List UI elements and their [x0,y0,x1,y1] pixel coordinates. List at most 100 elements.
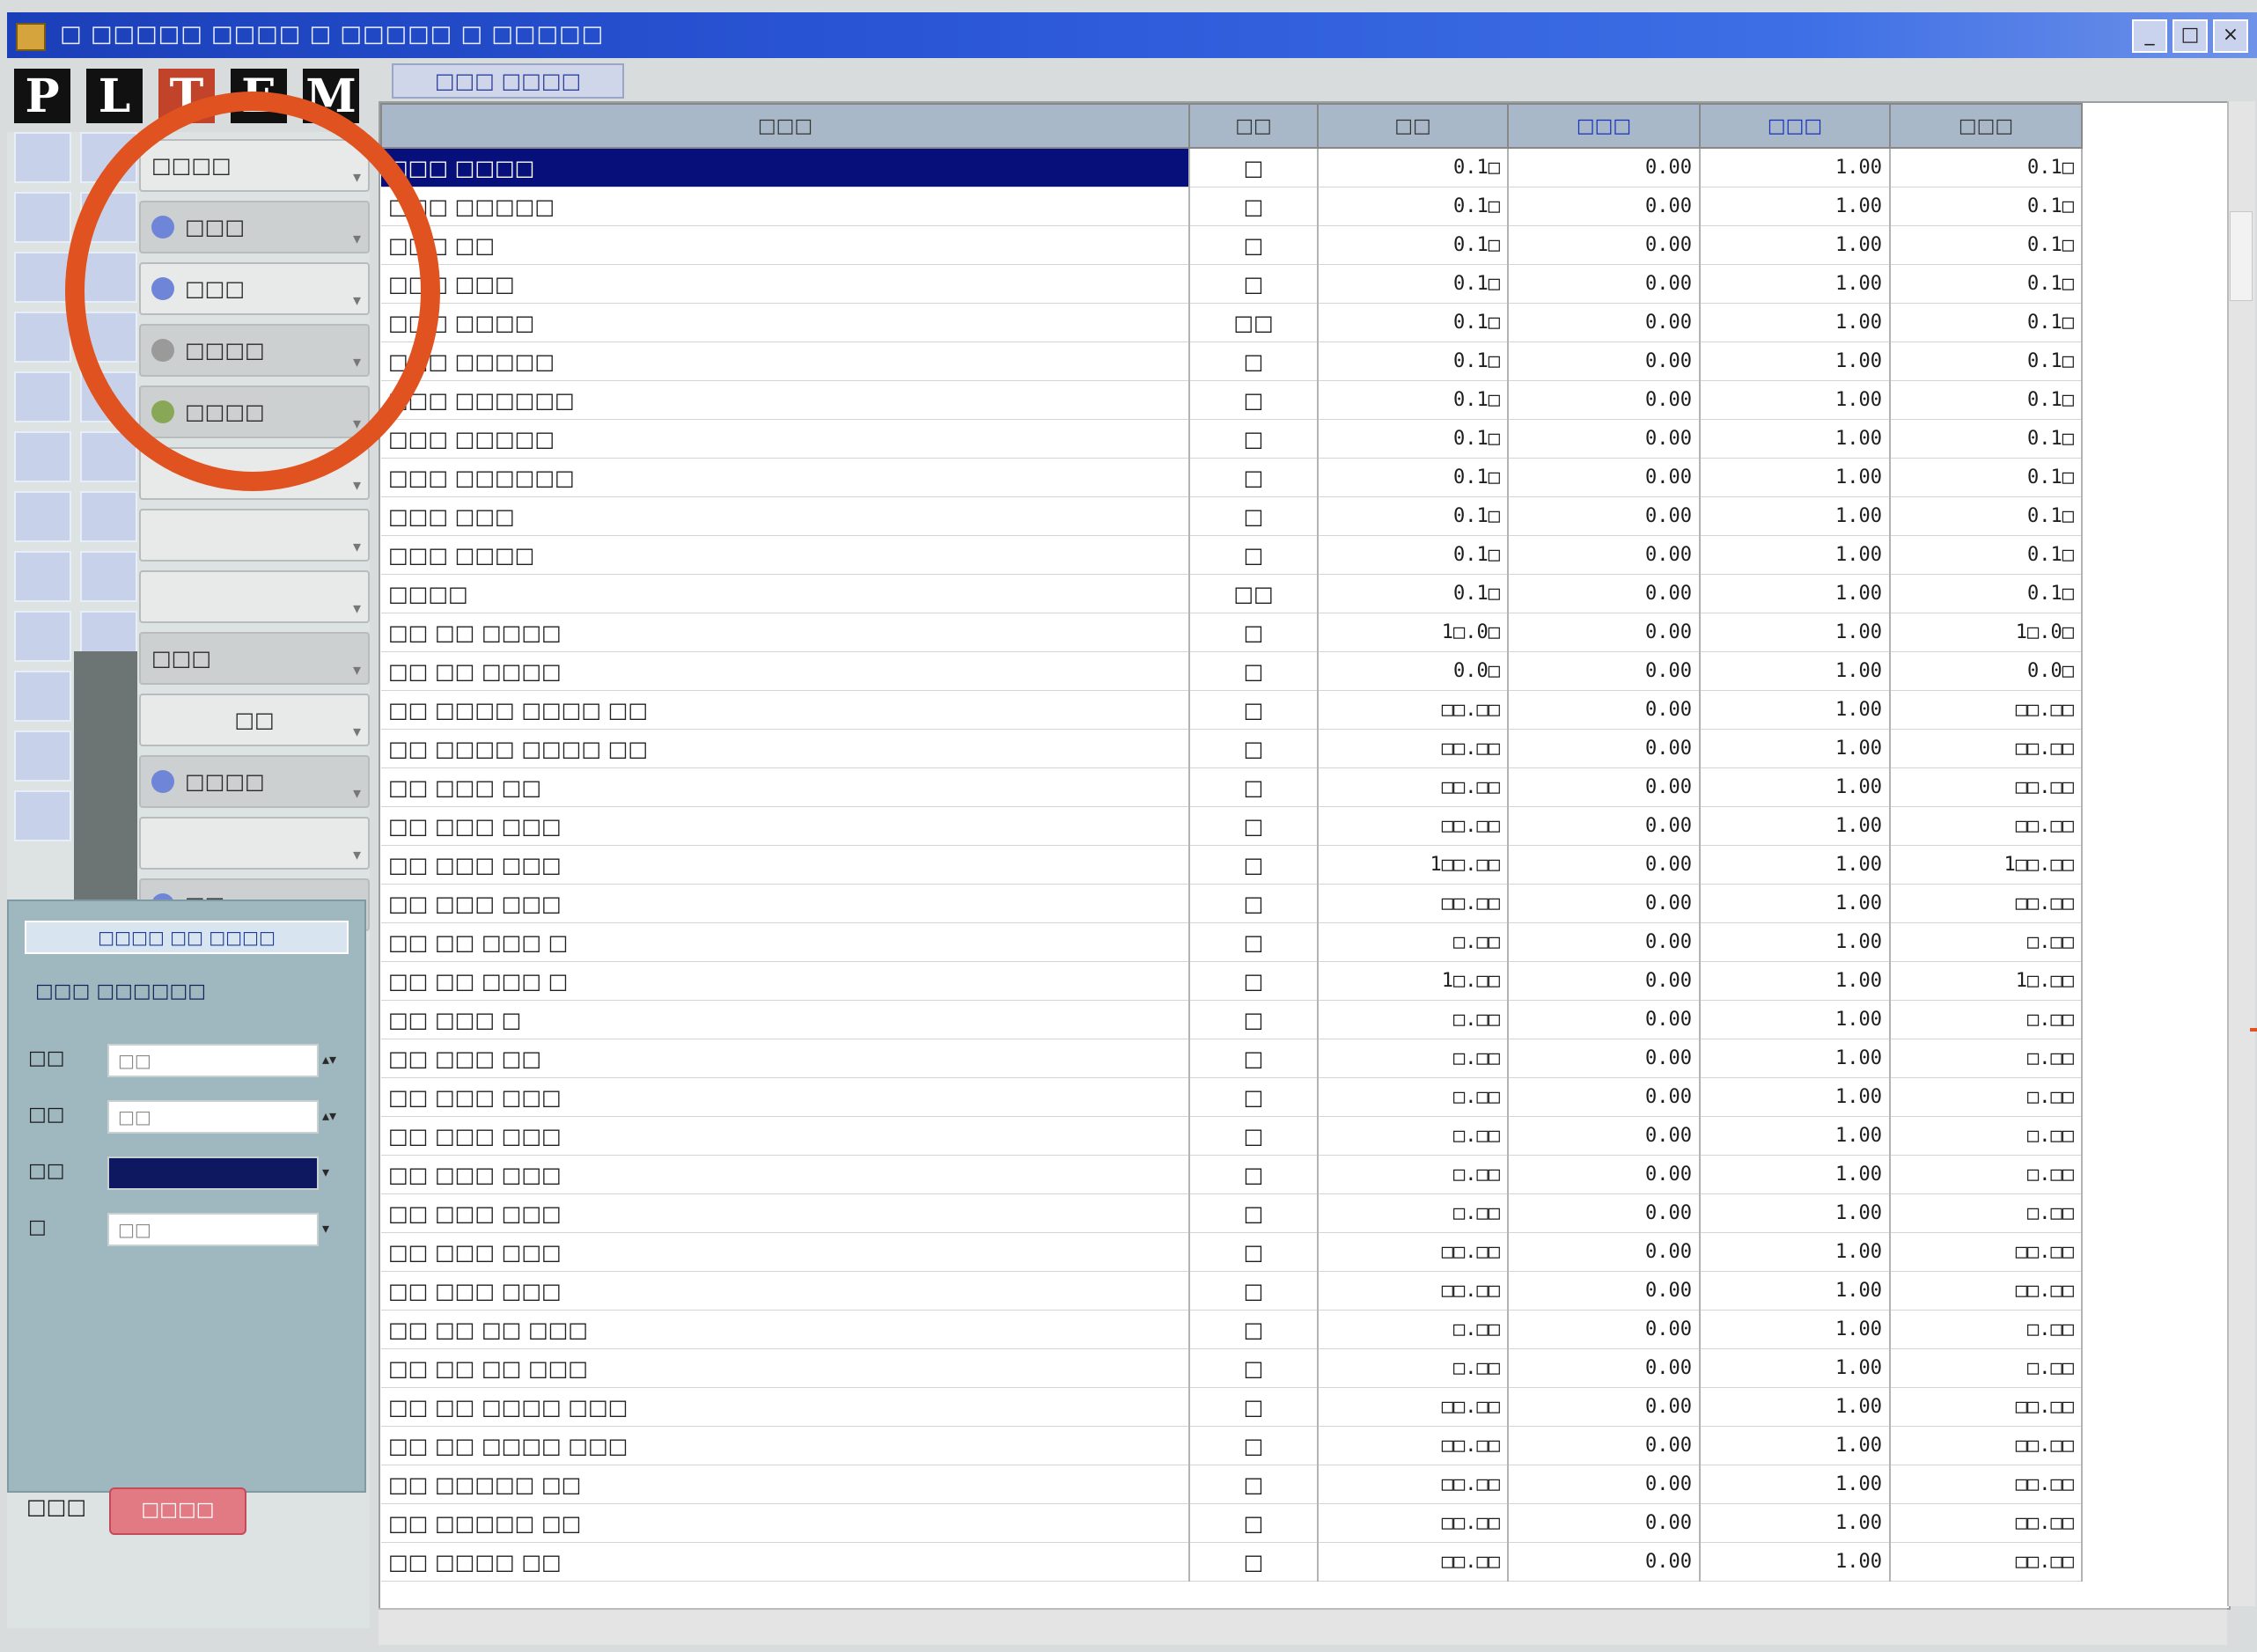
table-cell[interactable]: 0.1□ [1318,419,1509,459]
table-cell[interactable]: 0.1□ [1318,496,1509,536]
table-cell[interactable]: □.□□ [1318,1348,1509,1388]
table-cell[interactable]: 0.00 [1508,922,1701,962]
table-row[interactable]: □□ □□□ □□ □ □.□□ 0.00 1.00 □.□□ [381,1039,2083,1078]
table-cell[interactable]: 0.00 [1508,535,1701,575]
grid-cell[interactable] [14,312,71,363]
table-cell[interactable]: □ [1189,1310,1319,1349]
table-cell[interactable]: 0.1□ [1890,458,2083,497]
tool-button[interactable]: □□□ ▾ [139,632,370,685]
table-cell[interactable]: □□□ □□□□□ [381,341,1190,381]
table-cell[interactable]: □□ [1189,574,1319,613]
table-cell[interactable]: 1.00 [1700,961,1891,1001]
table-cell[interactable]: □□.□□ [1890,1542,2083,1582]
title-bar[interactable]: □ □□□□□ □□□□ □ □□□□□ □ □□□□□ _ □ × [7,12,2257,58]
table-row[interactable]: □□ □□□□□ □□ □ □□.□□ 0.00 1.00 □□.□□ [381,1465,2083,1504]
panel-field[interactable]: □□ [107,1213,319,1246]
tool-button[interactable]: □□□□ ▾ [139,755,370,808]
table-cell[interactable]: 0.00 [1508,148,1701,187]
table-cell[interactable]: □□.□□ [1318,1232,1509,1272]
table-row[interactable]: □□ □□□ □□□ □ □□.□□ 0.00 1.00 □□.□□ [381,1232,2083,1272]
table-cell[interactable]: □ [1189,806,1319,846]
table-cell[interactable]: 0.00 [1508,1077,1701,1117]
table-cell[interactable]: □ [1189,729,1319,768]
table-cell[interactable]: □□□ □□□□ [381,148,1190,187]
table-row[interactable]: □□□ □□□□ □ 0.1□ 0.00 1.00 0.1□ [381,148,2083,187]
table-cell[interactable]: 0.00 [1508,1387,1701,1427]
table-cell[interactable]: □.□□ [1890,1116,2083,1156]
top-tab[interactable]: □□□ □□□□ [392,63,624,99]
table-cell[interactable]: □ [1189,1232,1319,1272]
table-cell[interactable]: 1.00 [1700,574,1891,613]
table-cell[interactable]: □□.□□ [1890,1271,2083,1311]
table-cell[interactable]: □ [1189,690,1319,730]
grid-cell[interactable] [80,192,137,243]
tool-button[interactable]: □□□ ▾ [139,262,370,315]
chevron-down-icon[interactable]: ▾ [322,1156,342,1190]
table-cell[interactable]: □□.□□ [1890,729,2083,768]
table-cell[interactable]: □□.□□ [1318,806,1509,846]
table-cell[interactable]: 0.1□ [1318,458,1509,497]
table-cell[interactable]: □□ □□ □□□□ □□□ [381,1387,1190,1427]
table-cell[interactable]: □ [1189,1193,1319,1233]
table-cell[interactable]: □□.□□ [1318,1426,1509,1465]
table-cell[interactable]: 0.0□ [1318,651,1509,691]
table-cell[interactable]: □ [1189,225,1319,265]
table-cell[interactable]: □□ □□ □□□□ [381,613,1190,652]
table-cell[interactable]: 1.00 [1700,1271,1891,1311]
table-cell[interactable]: □□□ □□□□□□ [381,458,1190,497]
table-cell[interactable]: 0.0□ [1890,651,2083,691]
table-row[interactable]: □□□□ □□ 0.1□ 0.00 1.00 0.1□ [381,574,2083,613]
table-cell[interactable]: 1.00 [1700,1310,1891,1349]
color-select[interactable] [107,1156,319,1190]
table-cell[interactable]: □□ □□□ □ [381,1000,1190,1039]
table-cell[interactable]: □.□□ [1318,1116,1509,1156]
grid-cell[interactable] [14,611,71,662]
column-header[interactable]: □□ [1317,103,1509,149]
table-cell[interactable]: □.□□ [1890,1348,2083,1388]
table-cell[interactable]: 0.1□ [1890,535,2083,575]
table-cell[interactable]: 1.00 [1700,1039,1891,1078]
table-cell[interactable]: 0.00 [1508,1271,1701,1311]
table-row[interactable]: □□ □□ □□□ □ □ □.□□ 0.00 1.00 □.□□ [381,922,2083,962]
table-cell[interactable]: 1.00 [1700,1000,1891,1039]
table-row[interactable]: □□ □□□ □□ □ □□.□□ 0.00 1.00 □□.□□ [381,767,2083,807]
table-cell[interactable]: □□□□ [381,574,1190,613]
table-cell[interactable]: 1.00 [1700,767,1891,807]
table-cell[interactable]: □□□ □□□□ [381,535,1190,575]
table-cell[interactable]: □ [1189,845,1319,885]
table-cell[interactable]: □□.□□ [1318,1271,1509,1311]
table-row[interactable]: □□ □□□□ □□ □ □□.□□ 0.00 1.00 □□.□□ [381,1542,2083,1582]
table-cell[interactable]: 1.00 [1700,729,1891,768]
table-cell[interactable]: □ [1189,961,1319,1001]
table-cell[interactable]: □□ □□□ □□□ [381,884,1190,923]
tool-button[interactable]: □□ ▾ [139,694,370,746]
grid-cell[interactable] [14,132,71,183]
table-cell[interactable]: □ [1189,1503,1319,1543]
table-row[interactable]: □□ □□□□ □□□□ □□ □ □□.□□ 0.00 1.00 □□.□□ [381,729,2083,768]
table-cell[interactable]: □□□ □□□ [381,264,1190,304]
table-cell[interactable]: 1.00 [1700,845,1891,885]
table-cell[interactable]: □□.□□ [1890,767,2083,807]
grid-cell[interactable] [14,252,71,303]
table-cell[interactable]: □ [1189,1348,1319,1388]
tool-button[interactable]: □□□□ ▾ [139,385,370,438]
grid-cell[interactable] [80,431,137,482]
table-cell[interactable]: □□.□□ [1318,1465,1509,1504]
table-cell[interactable]: □□.□□ [1318,1503,1509,1543]
table-cell[interactable]: 1.00 [1700,148,1891,187]
table-cell[interactable]: 1.00 [1700,922,1891,962]
table-cell[interactable]: □□□ □□□□ [381,303,1190,342]
table-cell[interactable]: 0.00 [1508,1232,1701,1272]
table-cell[interactable]: □.□□ [1318,1155,1509,1194]
table-cell[interactable]: 1.00 [1700,1542,1891,1582]
table-cell[interactable]: 0.00 [1508,806,1701,846]
table-cell[interactable]: 0.00 [1508,767,1701,807]
table-cell[interactable]: 1.00 [1700,341,1891,381]
table-row[interactable]: □□□ □□□ □ 0.1□ 0.00 1.00 0.1□ [381,496,2083,536]
table-cell[interactable]: □□.□□ [1890,1465,2083,1504]
table-cell[interactable]: 1.00 [1700,380,1891,420]
table-cell[interactable]: 0.1□ [1318,303,1509,342]
chevron-down-icon[interactable]: ▾ [322,1213,342,1246]
table-row[interactable]: □□ □□□ □□□ □ 1□□.□□ 0.00 1.00 1□□.□□ [381,845,2083,885]
table-cell[interactable]: □□□ □□□□□ [381,187,1190,226]
